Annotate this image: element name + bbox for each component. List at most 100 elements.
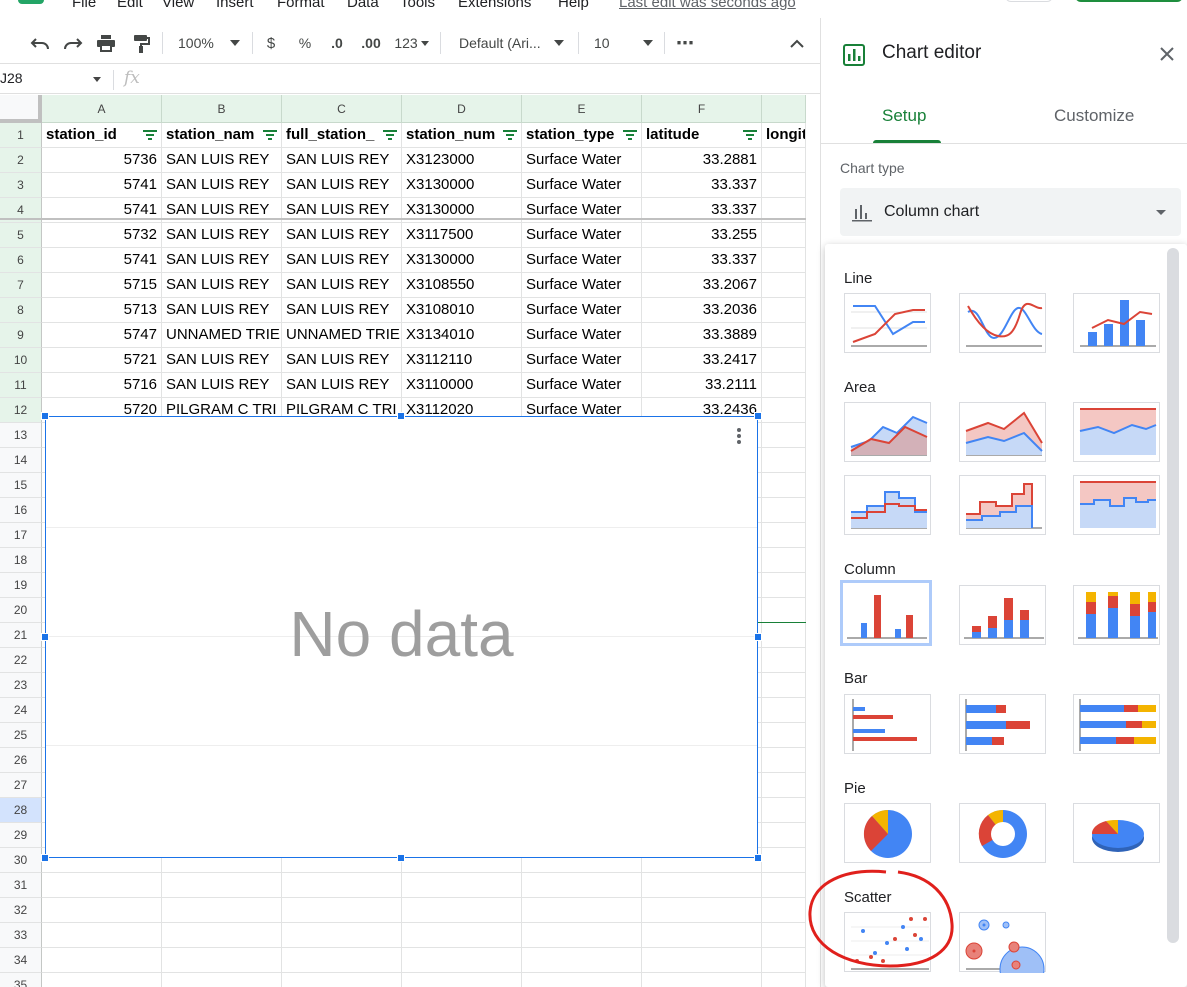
grid-cell[interactable]	[762, 373, 806, 398]
table-cell[interactable]: X3123000	[402, 148, 522, 173]
row-header[interactable]: 22	[0, 648, 42, 673]
table-cell[interactable]: Surface Water	[522, 173, 642, 198]
chart-type-select[interactable]: Column chart	[840, 188, 1181, 236]
grid-cell[interactable]	[42, 973, 162, 987]
grid-cell[interactable]	[762, 248, 806, 273]
grid-cell[interactable]	[762, 798, 806, 823]
table-cell[interactable]: 33.3889	[642, 323, 762, 348]
grid-cell[interactable]	[762, 898, 806, 923]
table-cell[interactable]: SAN LUIS REY	[282, 298, 402, 323]
undo-icon[interactable]	[28, 30, 52, 56]
100-stacked-stepped-area-chart-option[interactable]	[1073, 475, 1160, 535]
column-chart-option[interactable]	[840, 580, 932, 646]
table-cell[interactable]: X3108550	[402, 273, 522, 298]
menu-view[interactable]: View	[162, 0, 194, 11]
resize-handle-bottom-left[interactable]	[41, 854, 49, 862]
row-header[interactable]: 16	[0, 498, 42, 523]
row-header[interactable]: 10	[0, 348, 42, 373]
filter-icon[interactable]	[383, 130, 397, 140]
table-cell[interactable]: SAN LUIS REY	[162, 273, 282, 298]
chevron-down-icon[interactable]	[552, 30, 566, 56]
grid-cell[interactable]	[762, 673, 806, 698]
grid-cell[interactable]	[762, 473, 806, 498]
table-cell[interactable]: SAN LUIS REY	[162, 348, 282, 373]
grid-cell[interactable]	[42, 873, 162, 898]
zoom-select[interactable]: 100%	[178, 30, 226, 56]
column-header[interactable]: E	[522, 95, 642, 123]
stacked-bar-chart-option[interactable]	[959, 694, 1046, 754]
redo-icon[interactable]	[61, 30, 85, 56]
row-header[interactable]: 17	[0, 523, 42, 548]
grid-cell[interactable]	[282, 948, 402, 973]
table-cell[interactable]: 5713	[42, 298, 162, 323]
grid-cell[interactable]	[522, 898, 642, 923]
grid-cell[interactable]	[762, 623, 806, 648]
table-cell[interactable]: SAN LUIS REY	[282, 248, 402, 273]
row-header[interactable]: 34	[0, 948, 42, 973]
row-header[interactable]: 24	[0, 698, 42, 723]
grid-cell[interactable]	[762, 973, 806, 987]
grid-cell[interactable]	[642, 923, 762, 948]
grid-cell[interactable]	[762, 573, 806, 598]
row-header[interactable]: 3	[0, 173, 42, 198]
last-edit-link[interactable]: Last edit was seconds ago	[619, 0, 796, 11]
grid-cell[interactable]	[762, 173, 806, 198]
more-formats-button[interactable]: 123	[392, 30, 420, 56]
table-cell[interactable]: Surface Water	[522, 373, 642, 398]
row-header[interactable]: 20	[0, 598, 42, 623]
grid-cell[interactable]	[162, 973, 282, 987]
row-header[interactable]: 25	[0, 723, 42, 748]
grid-cell[interactable]	[762, 648, 806, 673]
row-header[interactable]: 32	[0, 898, 42, 923]
table-cell[interactable]: 33.337	[642, 248, 762, 273]
table-cell[interactable]: Surface Water	[522, 348, 642, 373]
column-header[interactable]: B	[162, 95, 282, 123]
menu-insert[interactable]: Insert	[216, 0, 254, 11]
dropdown-scrollbar[interactable]	[1167, 248, 1179, 943]
row-header[interactable]: 15	[0, 473, 42, 498]
grid-cell[interactable]	[762, 223, 806, 248]
table-cell[interactable]: SAN LUIS REY	[282, 373, 402, 398]
font-size-select[interactable]: 10	[594, 30, 624, 56]
header-cell[interactable]: full_station_	[282, 123, 402, 148]
area-chart-option[interactable]	[844, 402, 931, 462]
header-cell[interactable]: station_type	[522, 123, 642, 148]
grid-cell[interactable]	[762, 398, 806, 423]
paint-format-icon[interactable]	[129, 30, 153, 56]
embedded-chart[interactable]: No data	[45, 416, 758, 858]
header-cell[interactable]: station_num	[402, 123, 522, 148]
more-options-button[interactable]: ⋯	[674, 30, 696, 56]
grid-cell[interactable]	[42, 898, 162, 923]
table-cell[interactable]: 5736	[42, 148, 162, 173]
table-cell[interactable]: SAN LUIS REY	[162, 248, 282, 273]
grid-cell[interactable]	[402, 898, 522, 923]
stacked-area-chart-option[interactable]	[959, 402, 1046, 462]
row-header[interactable]: 23	[0, 673, 42, 698]
table-cell[interactable]: X3112110	[402, 348, 522, 373]
grid-cell[interactable]	[762, 748, 806, 773]
grid-cell[interactable]	[762, 323, 806, 348]
row-header[interactable]: 31	[0, 873, 42, 898]
table-cell[interactable]: X3117500	[402, 223, 522, 248]
row-header[interactable]: 12	[0, 398, 42, 423]
table-cell[interactable]: SAN LUIS REY	[282, 223, 402, 248]
chevron-up-icon[interactable]	[788, 30, 806, 56]
grid-cell[interactable]	[762, 348, 806, 373]
row-header[interactable]: 7	[0, 273, 42, 298]
grid-cell[interactable]	[762, 498, 806, 523]
grid-cell[interactable]	[402, 973, 522, 987]
row-header[interactable]: 6	[0, 248, 42, 273]
table-cell[interactable]: SAN LUIS REY	[162, 298, 282, 323]
table-cell[interactable]: SAN LUIS REY	[282, 148, 402, 173]
grid-cell[interactable]	[762, 298, 806, 323]
row-header[interactable]: 30	[0, 848, 42, 873]
table-cell[interactable]: 5747	[42, 323, 162, 348]
resize-handle-top[interactable]	[397, 412, 405, 420]
chevron-down-icon[interactable]	[228, 30, 242, 56]
formula-input[interactable]	[160, 70, 800, 90]
row-header[interactable]: 5	[0, 223, 42, 248]
table-cell[interactable]: SAN LUIS REY	[162, 173, 282, 198]
stacked-column-chart-option[interactable]	[959, 585, 1046, 645]
100-stacked-bar-chart-option[interactable]	[1073, 694, 1160, 754]
header-cell[interactable]: longit	[762, 123, 806, 148]
